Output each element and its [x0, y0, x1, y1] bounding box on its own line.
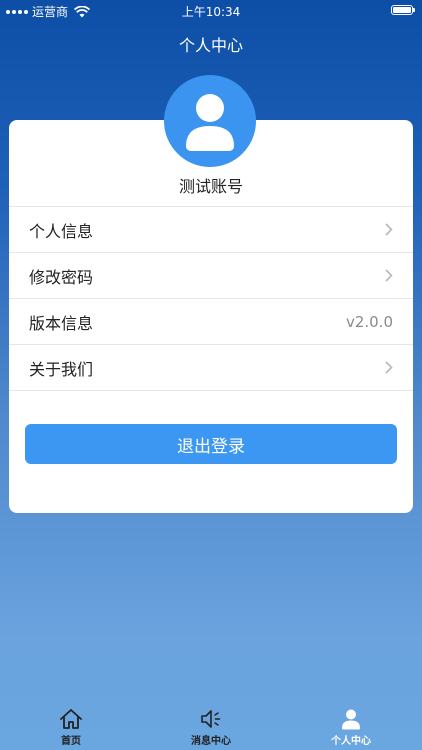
menu-item-label: 个人信息 — [29, 221, 94, 241]
tab-label: 首页 — [61, 736, 81, 747]
status-time: 上午10:34 — [181, 5, 241, 19]
chevron-right-icon — [385, 223, 393, 236]
page-title: 个人中心 — [178, 36, 243, 55]
menu-item-version: 版本信息 v2.0.0 — [9, 299, 413, 345]
logout-button[interactable]: 退出登录 — [25, 424, 397, 464]
menu-item-personal-info[interactable]: 个人信息 — [9, 207, 413, 253]
settings-menu: 个人信息 修改密码 版本信息 v2.0.0 关于我们 — [9, 206, 413, 391]
speaker-icon — [201, 710, 221, 728]
account-name: 测试账号 — [178, 177, 243, 196]
battery-icon — [391, 5, 415, 15]
user-avatar-icon[interactable] — [164, 75, 256, 167]
chevron-right-icon — [385, 269, 393, 282]
menu-item-about-us[interactable]: 关于我们 — [9, 345, 413, 391]
user-icon — [342, 709, 360, 730]
tab-profile[interactable]: 个人中心 — [281, 700, 421, 750]
menu-item-label: 关于我们 — [29, 359, 94, 379]
menu-item-change-password[interactable]: 修改密码 — [9, 253, 413, 299]
tab-label: 消息中心 — [191, 736, 231, 747]
status-bar: 运营商 上午10:34 — [0, 0, 422, 22]
tab-messages[interactable]: 消息中心 — [141, 700, 281, 750]
tab-home[interactable]: 首页 — [1, 700, 141, 750]
tab-bar: 首页 消息中心 个人中心 — [0, 700, 422, 750]
chevron-right-icon — [385, 361, 393, 374]
menu-item-label: 版本信息 — [29, 313, 94, 333]
tab-label: 个人中心 — [331, 736, 371, 747]
home-icon — [60, 709, 82, 729]
menu-item-label: 修改密码 — [29, 267, 94, 287]
version-value: v2.0.0 — [345, 312, 393, 331]
